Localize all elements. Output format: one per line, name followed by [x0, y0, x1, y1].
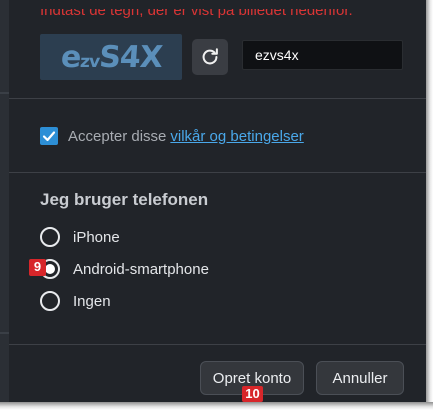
edge-notch — [0, 92, 9, 94]
screenshot-frame: Indtast de tegn, der er vist på billedet… — [0, 0, 433, 410]
refresh-icon — [202, 48, 218, 65]
captcha-chars-small: zv — [78, 51, 100, 72]
radio-label: iPhone — [73, 228, 120, 246]
captcha-instruction: Indtast de tegn, der er vist på billedet… — [40, 2, 353, 19]
radio-label: Ingen — [73, 292, 111, 310]
radio-android[interactable]: Android-smartphone — [40, 259, 209, 279]
captcha-input[interactable] — [242, 40, 403, 70]
divider — [9, 344, 426, 345]
radio-label: Android-smartphone — [73, 260, 209, 278]
window-bottom-shadow — [0, 402, 433, 410]
radio-button[interactable] — [40, 227, 60, 247]
window-edge-shadow — [426, 0, 433, 410]
radio-none[interactable]: Ingen — [40, 291, 111, 311]
captcha-char-e: e — [59, 39, 82, 75]
marker-tag-10: 10 — [242, 386, 263, 402]
captcha-refresh-button[interactable] — [192, 39, 228, 75]
radio-iphone[interactable]: iPhone — [40, 227, 120, 247]
captcha-image-text: ezvS4X — [59, 40, 162, 75]
terms-checkbox[interactable] — [40, 127, 58, 145]
signup-dialog: Indtast de tegn, der er vist på billedet… — [0, 0, 426, 402]
edge-notch — [0, 332, 9, 334]
captcha-chars-rest: S4X — [97, 39, 163, 75]
dialog-left-edge — [0, 0, 9, 402]
cancel-button[interactable]: Annuller — [316, 361, 404, 395]
terms-link[interactable]: vilkår og betingelser — [170, 128, 303, 145]
divider — [9, 98, 426, 99]
marker-tag-9: 9 — [29, 259, 46, 276]
terms-row: Accepter disse vilkår og betingelser — [40, 127, 304, 145]
checkmark-icon — [42, 131, 56, 142]
phone-heading: Jeg bruger telefonen — [40, 190, 209, 209]
divider — [9, 172, 426, 173]
radio-button[interactable] — [40, 291, 60, 311]
terms-label: Accepter disse — [68, 127, 167, 145]
captcha-image: ezvS4X — [40, 34, 182, 80]
